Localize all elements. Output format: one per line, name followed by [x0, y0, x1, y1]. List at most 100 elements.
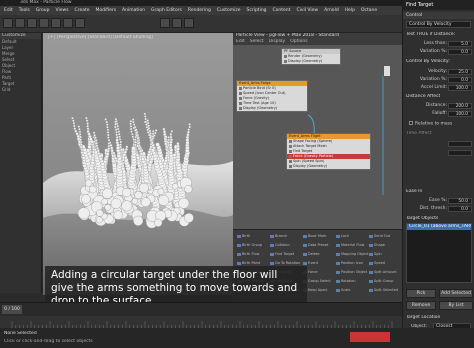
viewport-label[interactable]: [+] [Perspective] [Standard] [Default Sh…: [48, 35, 153, 41]
menu-item-tools[interactable]: Tools: [19, 8, 30, 13]
undo-icon[interactable]: [3, 18, 13, 28]
particle-view-canvas[interactable]: PF Source Render (Geometry) Display (Geom…: [233, 45, 402, 229]
event-arms-flight-node[interactable]: Event_Arms Flight Shape Facing (Sphere) A…: [286, 133, 371, 170]
particle-sphere: [106, 125, 109, 129]
particle-sphere: [114, 128, 118, 131]
operator-row[interactable]: Display (Geometry): [237, 106, 307, 111]
particle-sphere: [146, 128, 149, 132]
pick-button[interactable]: Pick: [406, 289, 436, 298]
menu-item-octane[interactable]: Octane: [361, 8, 377, 13]
depot-item[interactable]: Scale: [336, 288, 350, 292]
menu-item-customize[interactable]: Customize: [217, 8, 241, 13]
less-than-row: Less than: 5.0: [403, 40, 474, 47]
depot-item[interactable]: Delete: [303, 252, 320, 256]
add-selected-button[interactable]: Add Selected: [439, 289, 473, 298]
target-list-item[interactable]: Circle_01 (above arms_TARGET): [407, 224, 471, 230]
track-bar[interactable]: [0, 316, 402, 330]
variation-spinner[interactable]: 0.0: [448, 48, 472, 55]
depot-item[interactable]: Lock: [336, 234, 349, 238]
target-objects-list[interactable]: Circle_01 (above arms_TARGET): [406, 223, 472, 283]
depot-item[interactable]: Position Icon: [336, 261, 363, 265]
menu-item-rendering[interactable]: Rendering: [188, 8, 211, 13]
menu-item-group[interactable]: Group: [36, 8, 50, 13]
depot-item[interactable]: Book Mark: [303, 234, 326, 238]
particle-sphere: [148, 136, 152, 139]
depot-item[interactable]: Rotation: [336, 279, 356, 283]
particle-sphere: [114, 123, 117, 126]
event-arms-forge-node[interactable]: Event_Arms Forge Particle Bind (Sr 0) Spe…: [236, 80, 308, 112]
ease-spinner[interactable]: 50.0: [448, 197, 472, 204]
particle-sphere: [116, 125, 119, 128]
relative-mass-checkbox[interactable]: Relative to mass: [409, 121, 452, 128]
depot-item[interactable]: Speed: [369, 261, 385, 265]
falloff-spinner[interactable]: 100.0: [448, 110, 472, 117]
menu-item-graph-editors[interactable]: Graph Editors: [151, 8, 182, 13]
menu-item-edit[interactable]: Edit: [4, 8, 13, 13]
depot-item[interactable]: Birth Group: [237, 243, 262, 247]
particle-sphere: [114, 120, 117, 124]
menu-item-scripting[interactable]: Scripting: [247, 8, 267, 13]
depot-item[interactable]: Event: [303, 261, 318, 265]
depot-item[interactable]: Birth Flow: [237, 252, 260, 256]
menu-item-help[interactable]: Help: [345, 8, 355, 13]
render-icon[interactable]: [172, 18, 182, 28]
move-icon[interactable]: [51, 18, 61, 28]
depot-item[interactable]: Position Object: [336, 270, 367, 274]
by-list-button[interactable]: By List: [439, 301, 473, 310]
depot-item[interactable]: Shape: [369, 243, 385, 247]
time-spinner-2[interactable]: [448, 149, 472, 156]
link-icon[interactable]: [27, 18, 37, 28]
depot-item[interactable]: Collision: [270, 243, 290, 247]
scale-icon[interactable]: [75, 18, 85, 28]
depot-item[interactable]: Material Flow: [336, 243, 364, 247]
particle-sphere: [107, 138, 111, 142]
remove-button[interactable]: Remove: [406, 301, 436, 310]
depot-item[interactable]: Split Selected: [369, 288, 398, 292]
time-slider[interactable]: 0 / 100: [0, 302, 402, 316]
velocity-spinner[interactable]: 25.0: [448, 68, 472, 75]
perspective-viewport[interactable]: [43, 33, 233, 295]
operator-row[interactable]: Display (Geometry): [287, 164, 370, 169]
menu-item-content[interactable]: Content: [273, 8, 291, 13]
depot-item[interactable]: Mapping Object: [336, 252, 369, 256]
control-dropdown[interactable]: Control By Velocity: [406, 21, 471, 28]
operator-row[interactable]: Display (Geometry): [282, 59, 340, 64]
depot-item[interactable]: Group Select: [303, 279, 331, 283]
redo-icon[interactable]: [15, 18, 25, 28]
depot-item[interactable]: Data Preset: [303, 243, 328, 247]
particle-sphere: [87, 132, 91, 136]
depot-item[interactable]: Spin: [369, 252, 382, 256]
menu-item-views[interactable]: Views: [56, 8, 69, 13]
dist-thresh-spinner[interactable]: 0.0: [448, 205, 472, 212]
time-spinner-1[interactable]: [448, 140, 472, 147]
depot-item[interactable]: Send Out: [369, 234, 390, 238]
depot-item[interactable]: Find Target: [270, 252, 294, 256]
particle-sphere: [86, 124, 89, 128]
distance-spinner[interactable]: 200.0: [448, 102, 472, 109]
auto-key-button[interactable]: [350, 332, 390, 342]
menu-item-arnold[interactable]: Arnold: [324, 8, 339, 13]
menu-item-animation[interactable]: Animation: [122, 8, 145, 13]
depot-item[interactable]: Birth Paint: [237, 261, 260, 265]
variation2-spinner[interactable]: 0.0: [448, 76, 472, 83]
particle-sphere: [107, 136, 110, 139]
less-than-spinner[interactable]: 5.0: [448, 40, 472, 47]
menu-item-create[interactable]: Create: [75, 8, 90, 13]
accel-spinner[interactable]: 100.0: [448, 84, 472, 91]
depot-item[interactable]: Branch: [270, 234, 287, 238]
frame-counter[interactable]: 0 / 100: [2, 305, 22, 314]
scene-explorer-item[interactable]: Grid: [0, 87, 41, 93]
display-node-handle[interactable]: [383, 65, 391, 77]
menu-item-civil-view[interactable]: Civil View: [296, 8, 318, 13]
falloff-row: Falloff: 100.0: [403, 110, 474, 117]
menu-item-modifiers[interactable]: Modifiers: [96, 8, 117, 13]
material-editor-icon[interactable]: [184, 18, 194, 28]
depot-item[interactable]: Go To Rotation: [270, 261, 300, 265]
rotate-icon[interactable]: [63, 18, 73, 28]
select-icon[interactable]: [39, 18, 49, 28]
depot-item[interactable]: Split Amount: [369, 270, 397, 274]
snap-icon[interactable]: [160, 18, 170, 28]
depot-item[interactable]: Birth: [237, 234, 250, 238]
pf-source-node[interactable]: PF Source Render (Geometry) Display (Geom…: [281, 48, 341, 65]
depot-item[interactable]: Split Group: [369, 279, 394, 283]
